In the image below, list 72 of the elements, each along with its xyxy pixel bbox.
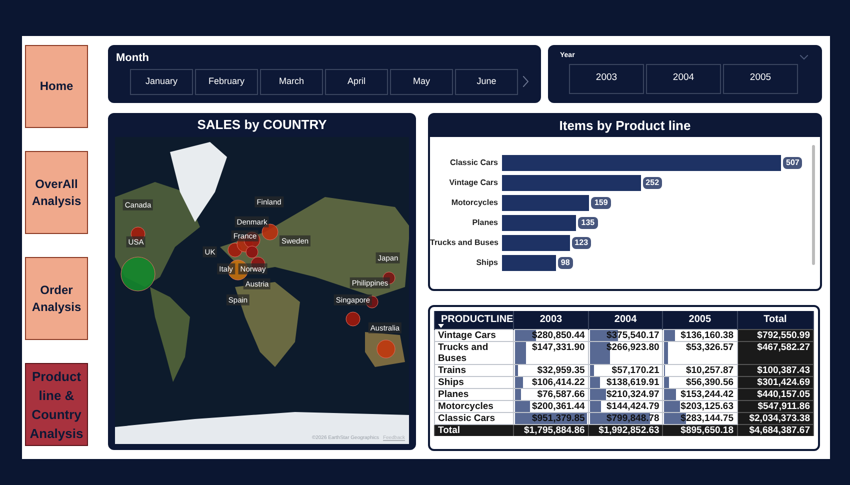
row-label: Ships — [434, 376, 514, 388]
table-cell: $136,160.38 — [662, 329, 738, 341]
category-label: Classic Cars — [448, 157, 499, 169]
column-header[interactable]: 2003 — [514, 311, 588, 329]
year-option[interactable]: 2003 — [569, 64, 644, 94]
value-label: 252 — [642, 177, 662, 189]
category-label: Ships — [475, 257, 499, 269]
total-cell: $301,424.69 — [737, 376, 814, 388]
table-cell: $147,331.90 — [514, 341, 588, 364]
table-cell: $32,959.35 — [514, 364, 588, 376]
value-label: 98 — [558, 257, 573, 269]
slicer-title: Month — [116, 51, 150, 66]
panel-title: SALES by COUNTRY — [196, 116, 328, 134]
total-cell: $467,582.27 — [737, 341, 814, 364]
row-label: Total — [434, 424, 514, 436]
nav-button[interactable]: Home — [25, 45, 88, 128]
category-label: Vintage Cars — [448, 177, 499, 189]
total-cell: $440,157.05 — [737, 388, 814, 400]
month-option[interactable]: February — [195, 68, 258, 94]
table-cell: $76,587.66 — [514, 388, 588, 400]
row-label: Trucks and Buses — [434, 341, 514, 364]
table-cell: $203,125.63 — [662, 400, 738, 412]
table-cell: $10,257.87 — [662, 364, 738, 376]
table-cell: $144,424.79 — [588, 400, 663, 412]
sort-caret-icon[interactable] — [438, 324, 444, 328]
total-cell: $4,684,387.67 — [737, 424, 814, 436]
table-cell: $200,361.44 — [514, 400, 588, 412]
row-label: Motorcycles — [434, 400, 514, 412]
category-label: Planes — [471, 217, 499, 229]
nav-button[interactable]: OverAll Analysis — [25, 151, 88, 234]
row-label: Planes — [434, 388, 514, 400]
month-option[interactable]: January — [130, 68, 193, 94]
category-label: Trucks and Buses — [430, 237, 500, 249]
table-cell: $53,326.57 — [662, 341, 738, 364]
value-label: 159 — [591, 197, 611, 209]
total-cell: $1,992,852.63 — [588, 424, 663, 436]
table-cell: $951,379.85 — [514, 412, 588, 424]
total-cell: $547,911.86 — [737, 400, 814, 412]
total-cell: $895,650.18 — [662, 424, 738, 436]
column-header[interactable]: Total — [737, 311, 814, 329]
scrollbar[interactable] — [812, 145, 815, 265]
total-cell: $100,387.43 — [737, 364, 814, 376]
month-option[interactable]: June — [455, 68, 518, 94]
category-label: Motorcycles — [450, 197, 499, 209]
total-cell: $1,795,884.86 — [514, 424, 588, 436]
table-cell: $138,619.91 — [588, 376, 663, 388]
table-cell: $57,170.21 — [588, 364, 663, 376]
total-cell: $792,550.99 — [737, 329, 814, 341]
row-label: Classic Cars — [434, 412, 514, 424]
column-header[interactable]: 2005 — [662, 311, 738, 329]
total-cell: $2,034,373.38 — [737, 412, 814, 424]
table-cell: $210,324.97 — [588, 388, 663, 400]
value-label: 135 — [578, 217, 598, 229]
year-option[interactable]: 2005 — [723, 64, 798, 94]
month-option[interactable]: April — [325, 68, 388, 94]
table-cell: $106,414.22 — [514, 376, 588, 388]
table-cell: $56,390.56 — [662, 376, 738, 388]
nav-button[interactable]: Order Analysis — [25, 257, 88, 340]
month-option[interactable]: May — [390, 68, 453, 94]
row-label: Trains — [434, 364, 514, 376]
chevron-right-icon[interactable] — [523, 76, 529, 87]
data-bar — [664, 400, 680, 412]
value-label: 123 — [572, 237, 592, 249]
panel-title: Items by Product line — [430, 115, 820, 137]
chevron-down-icon[interactable] — [800, 55, 808, 60]
value-label: 507 — [783, 157, 802, 169]
table-cell: $153,244.42 — [662, 388, 738, 400]
column-header[interactable]: PRODUCTLINE — [434, 311, 514, 329]
column-header[interactable]: 2004 — [588, 311, 663, 329]
year-option[interactable]: 2004 — [646, 64, 721, 94]
month-option[interactable]: March — [260, 68, 323, 94]
row-label: Vintage Cars — [434, 329, 514, 341]
